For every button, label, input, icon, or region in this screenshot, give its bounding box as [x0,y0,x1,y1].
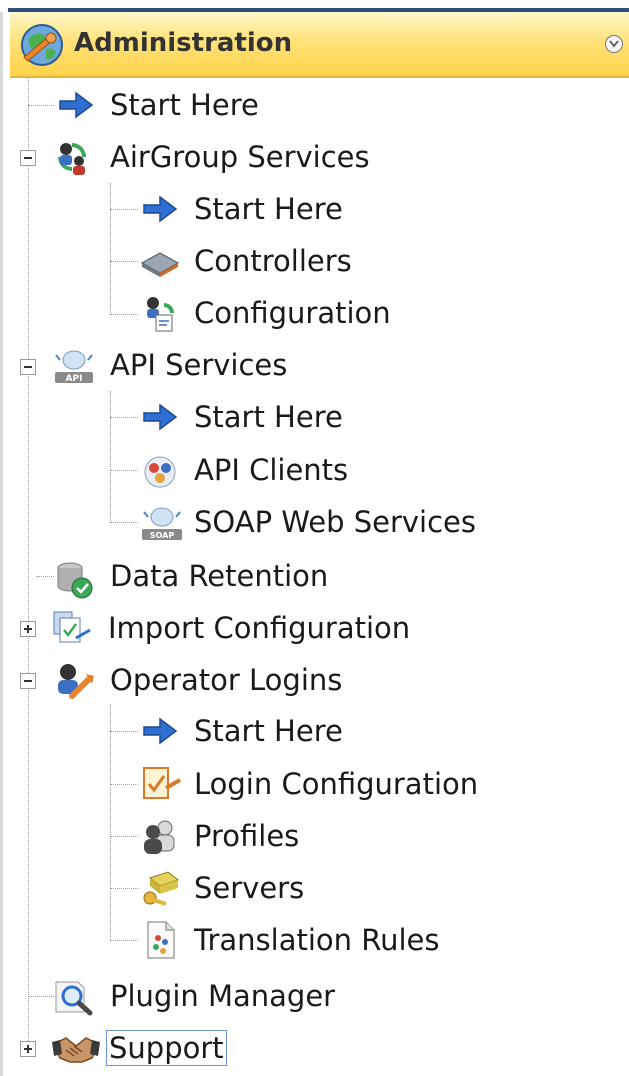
expand-support-toggle[interactable] [20,1041,36,1057]
controller-device-icon [140,241,180,281]
api-clients-icon [140,450,180,490]
servers-keys-icon [140,868,180,908]
tree-item-label: Controllers [194,244,352,278]
window-top-border [0,0,629,12]
tree-item-label: Data Retention [110,559,329,593]
admin-navigation-tree: Start Here AirGroup Services Start Here [0,78,629,1076]
tree-connector [110,888,138,889]
tree-item-label: Import Configuration [108,611,411,645]
arrow-right-icon [140,189,180,229]
handshake-icon [52,1028,100,1068]
arrow-right-icon [56,85,96,125]
tree-connector [110,261,138,262]
tree-connector [110,836,138,837]
expand-import-configuration-toggle[interactable] [20,621,36,637]
magnifier-icon [52,976,93,1016]
collapse-api-services-toggle[interactable] [20,359,36,375]
tree-connector [110,314,138,315]
tree-item-label: API Clients [194,453,349,487]
tree-connector [110,470,138,471]
data-retention-icon [52,556,93,599]
translation-rules-icon [140,920,180,960]
tree-connector [28,996,54,997]
import-configuration-icon [50,608,91,648]
operator-logins-icon [52,660,94,700]
tree-item-label: Translation Rules [194,923,440,957]
api-icon: API [52,345,93,385]
administration-globe-icon [18,21,66,69]
tree-item-label: SOAP Web Services [194,505,476,539]
svg-text:SOAP: SOAP [150,531,175,540]
chevron-down-icon[interactable] [605,35,623,53]
tree-connector [28,105,54,106]
tree-connector [110,940,138,941]
tree-connector [110,522,138,523]
tree-item-label: Start Here [194,714,343,748]
soap-icon: SOAP [140,502,182,542]
tree-item-label: Configuration [194,296,391,330]
tree-item-label: Login Configuration [194,767,479,801]
panel-title: Administration [74,28,293,58]
tree-branch-connector [110,183,111,315]
login-configuration-icon [140,764,181,804]
svg-text:API: API [66,374,83,384]
configuration-icon [140,293,180,333]
collapse-operator-logins-toggle[interactable] [20,673,36,689]
tree-branch-connector [110,704,111,941]
arrow-right-icon [140,711,180,751]
tree-item-label: Support [106,1030,227,1066]
tree-item-label: Start Here [194,192,343,226]
profiles-icon [140,816,180,856]
tree-root-connector [28,78,29,1053]
tree-item-label: Plugin Manager [110,979,336,1013]
administration-panel-header[interactable]: Administration [10,12,629,78]
tree-item-label: Servers [194,871,305,905]
tree-item-label: Start Here [194,400,343,434]
tree-item-label: AirGroup Services [110,140,370,174]
tree-item-label: Operator Logins [110,663,343,697]
tree-item-label: API Services [110,348,288,382]
tree-connector [110,784,138,785]
tree-branch-connector [110,391,111,523]
tree-connector [110,731,138,732]
arrow-right-icon [140,397,180,437]
tree-connector [110,417,138,418]
airgroup-services-icon [52,137,92,177]
tree-item-label: Start Here [110,88,259,122]
tree-connector [110,209,138,210]
tree-item-label: Profiles [194,819,300,853]
collapse-airgroup-services-toggle[interactable] [20,150,36,166]
